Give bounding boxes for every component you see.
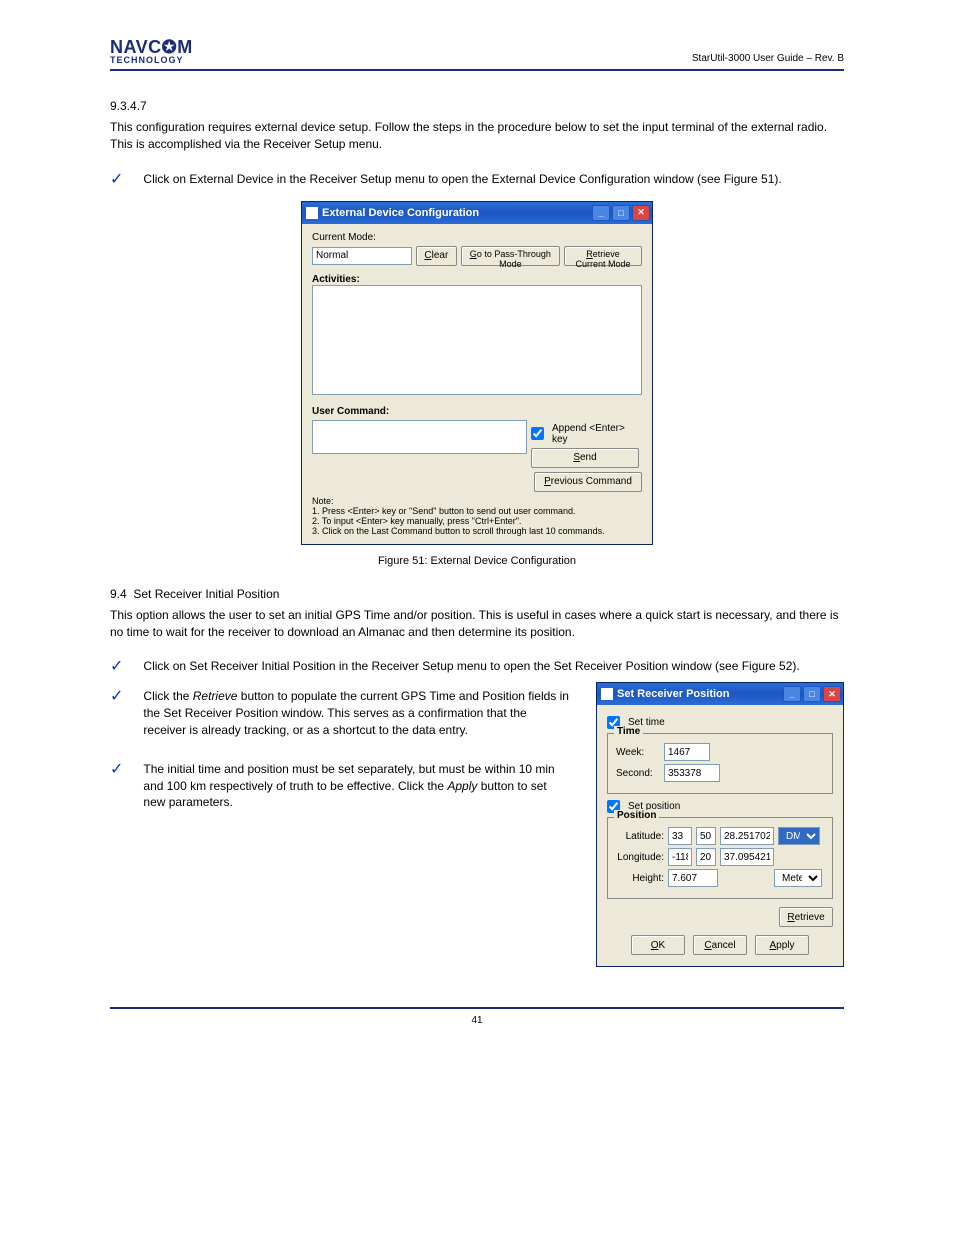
retrieve-mode-button[interactable]: Retrieve Current Mode: [564, 246, 642, 266]
minimize-button[interactable]: _: [783, 686, 801, 702]
week-field[interactable]: [664, 743, 710, 761]
logo: NAVC✪M TECHNOLOGY: [110, 40, 193, 65]
t3a: Click the: [143, 689, 192, 703]
note-label: Note:: [312, 496, 642, 506]
lon-min-field[interactable]: [696, 848, 716, 866]
t4b: Apply: [447, 779, 477, 793]
cancel-button[interactable]: Cancel: [693, 935, 747, 955]
apply-button[interactable]: Apply: [755, 935, 809, 955]
check-item-3: ✓ Click the Retrieve button to populate …: [110, 688, 572, 738]
checkmark-icon: ✓: [110, 686, 123, 706]
section-title-value: Set Receiver Initial Position: [133, 587, 279, 601]
user-command-input[interactable]: [312, 420, 527, 454]
position-fieldset: Position Latitude: DMS Longitude:: [607, 817, 833, 899]
lat-min-field[interactable]: [696, 827, 716, 845]
minimize-button[interactable]: _: [592, 205, 610, 221]
header-doc-title: StarUtil-3000 User Guide – Rev. B: [692, 52, 844, 65]
header-right: StarUtil-3000 User Guide – Rev. B: [692, 52, 844, 65]
note-line-1: 1. Press <Enter> key or "Send" button to…: [312, 506, 642, 516]
height-label: Height:: [616, 873, 664, 884]
section-number-2: 9.4 Set Receiver Initial Position: [110, 587, 844, 601]
latitude-label: Latitude:: [616, 831, 664, 842]
format-select[interactable]: DMS: [778, 827, 820, 845]
lon-deg-field[interactable]: [668, 848, 692, 866]
position-legend: Position: [614, 810, 659, 821]
ok-button[interactable]: OK: [631, 935, 685, 955]
window-title-2: Set Receiver Position: [617, 688, 779, 700]
note-line-3: 3. Click on the Last Command button to s…: [312, 526, 642, 536]
checkmark-icon: ✓: [110, 656, 123, 676]
page-header: NAVC✪M TECHNOLOGY StarUtil-3000 User Gui…: [110, 40, 844, 71]
page-number: 41: [471, 1015, 482, 1026]
send-button[interactable]: Send: [531, 448, 639, 468]
section-text-2: This option allows the user to set an in…: [110, 607, 844, 641]
height-field[interactable]: [668, 869, 718, 887]
retrieve-button[interactable]: Retrieve: [779, 907, 833, 927]
append-enter-label: Append <Enter> key: [552, 423, 642, 445]
titlebar[interactable]: ✦ External Device Configuration _ □ ✕: [302, 202, 652, 224]
lat-deg-field[interactable]: [668, 827, 692, 845]
figure-caption-1: Figure 51: External Device Configuration: [110, 555, 844, 567]
time-fieldset: Time Week: Second:: [607, 733, 833, 794]
activities-label: Activities:: [312, 274, 642, 285]
section-num-value: 9.4: [110, 587, 127, 601]
window-icon: ✦: [601, 688, 613, 700]
lat-sec-field[interactable]: [720, 827, 774, 845]
check-item-2: ✓ Click on Set Receiver Initial Position…: [110, 658, 844, 676]
check-item: ✓ Click on External Device in the Receiv…: [110, 171, 844, 189]
maximize-button[interactable]: □: [612, 205, 630, 221]
check-text-4: The initial time and position must be se…: [143, 761, 572, 811]
lon-sec-field[interactable]: [720, 848, 774, 866]
week-label: Week:: [616, 747, 660, 758]
section-text: This configuration requires external dev…: [110, 119, 844, 153]
clear-button[interactable]: Clear: [416, 246, 457, 266]
second-field[interactable]: [664, 764, 720, 782]
set-receiver-position-window: ✦ Set Receiver Position _ □ ✕ Set time T…: [596, 682, 844, 967]
logo-subtext: TECHNOLOGY: [110, 55, 193, 65]
section-number: 9.3.4.7: [110, 99, 844, 113]
current-mode-label: Current Mode:: [312, 232, 642, 243]
check-text-2: Click on Set Receiver Initial Position i…: [143, 658, 844, 675]
checkmark-icon: ✓: [110, 169, 123, 189]
checkmark-icon: ✓: [110, 759, 123, 779]
footer: 41: [110, 1007, 844, 1026]
note-line-2: 2. To input <Enter> key manually, press …: [312, 516, 642, 526]
longitude-label: Longitude:: [616, 852, 664, 863]
height-unit-select[interactable]: Meter: [774, 869, 822, 887]
time-legend: Time: [614, 726, 643, 737]
close-button[interactable]: ✕: [823, 686, 841, 702]
go-to-passthrough-button[interactable]: Go to Pass-Through Mode: [461, 246, 560, 266]
t3b: Retrieve: [193, 689, 238, 703]
logo-text: NAVC✪M: [110, 40, 193, 55]
external-device-config-window: ✦ External Device Configuration _ □ ✕ Cu…: [301, 201, 653, 545]
close-button[interactable]: ✕: [632, 205, 650, 221]
append-enter-checkbox[interactable]: [531, 427, 544, 440]
user-command-label: User Command:: [312, 406, 642, 417]
previous-command-button[interactable]: Previous Command: [534, 472, 642, 492]
titlebar-2[interactable]: ✦ Set Receiver Position _ □ ✕: [597, 683, 843, 705]
activities-textarea[interactable]: [312, 285, 642, 395]
check-item-4: ✓ The initial time and position must be …: [110, 761, 572, 811]
maximize-button[interactable]: □: [803, 686, 821, 702]
window-title: External Device Configuration: [322, 207, 588, 219]
check-text-3: Click the Retrieve button to populate th…: [143, 688, 572, 738]
current-mode-field[interactable]: [312, 247, 412, 265]
check-text: Click on External Device in the Receiver…: [143, 171, 844, 188]
second-label: Second:: [616, 768, 660, 779]
window-icon: ✦: [306, 207, 318, 219]
